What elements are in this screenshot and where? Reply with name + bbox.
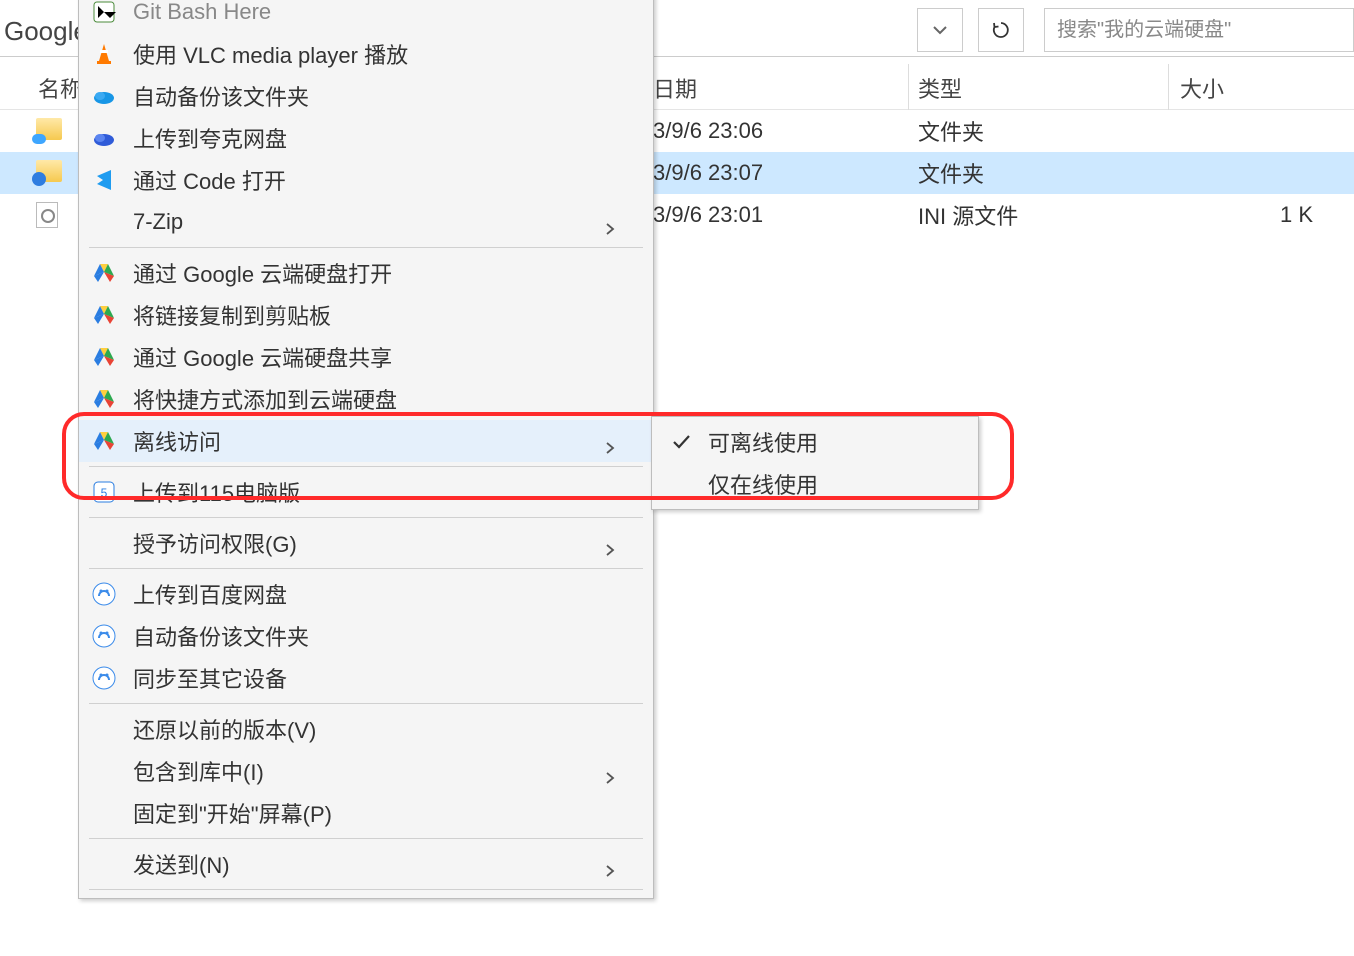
brand-label: Google bbox=[4, 16, 88, 47]
column-divider bbox=[908, 64, 909, 110]
submenu-item-label: 可离线使用 bbox=[708, 426, 818, 458]
row-date: 3/9/6 23:06 bbox=[653, 118, 763, 144]
context-menu-item[interactable]: 通过 Code 打开 bbox=[79, 159, 653, 201]
gdrive-icon bbox=[89, 384, 119, 414]
baidu-icon bbox=[89, 621, 119, 651]
context-menu-item[interactable]: 包含到库中(I) bbox=[79, 750, 653, 792]
context-menu-separator bbox=[89, 247, 643, 248]
context-menu-item[interactable]: 将链接复制到剪贴板 bbox=[79, 294, 653, 336]
blank-icon bbox=[89, 528, 119, 558]
context-menu-item-label: 授予访问权限(G) bbox=[133, 527, 297, 559]
context-menu-item-label: 上传到115电脑版 bbox=[133, 476, 300, 508]
context-menu-separator bbox=[89, 517, 643, 518]
vlc-icon bbox=[89, 39, 119, 69]
blank-icon bbox=[89, 207, 119, 237]
context-menu-item-label: 自动备份该文件夹 bbox=[133, 80, 309, 112]
context-menu-item[interactable]: 还原以前的版本(V) bbox=[79, 708, 653, 750]
gdrive-icon bbox=[89, 342, 119, 372]
column-name[interactable]: 名称 bbox=[38, 72, 82, 104]
ini-file-icon bbox=[36, 202, 62, 228]
blank-icon bbox=[89, 756, 119, 786]
context-menu-item-label: 通过 Google 云端硬盘打开 bbox=[133, 257, 392, 289]
context-menu-item-label: 同步至其它设备 bbox=[133, 662, 287, 694]
row-size: 1 K bbox=[1280, 202, 1313, 228]
row-type: 文件夹 bbox=[918, 115, 984, 147]
address-dropdown-button[interactable] bbox=[917, 8, 963, 52]
column-date[interactable]: 日期 bbox=[653, 72, 697, 104]
baidu-icon bbox=[89, 579, 119, 609]
chevron-down-icon bbox=[932, 22, 948, 38]
quark-icon bbox=[89, 123, 119, 153]
context-menu-item-label: 上传到百度网盘 bbox=[133, 578, 287, 610]
context-menu-item[interactable]: 固定到"开始"屏幕(P) bbox=[79, 792, 653, 834]
offline-access-submenu: 可离线使用 仅在线使用 bbox=[651, 416, 979, 510]
column-divider bbox=[1168, 64, 1169, 110]
context-menu-item[interactable]: 授予访问权限(G) bbox=[79, 522, 653, 564]
row-type: INI 源文件 bbox=[918, 199, 1018, 231]
context-menu-item[interactable]: 使用 VLC media player 播放 bbox=[79, 33, 653, 75]
context-menu-item[interactable]: 自动备份该文件夹 bbox=[79, 615, 653, 657]
folder-cloud-icon bbox=[36, 118, 62, 144]
context-menu: Git Bash Here 使用 VLC media player 播放自动备份该… bbox=[78, 0, 654, 899]
git-bash-icon bbox=[89, 0, 119, 27]
context-menu-item[interactable]: 同步至其它设备 bbox=[79, 657, 653, 699]
context-menu-item-label: 将链接复制到剪贴板 bbox=[133, 299, 331, 331]
blank-icon bbox=[89, 849, 119, 879]
context-menu-separator bbox=[89, 466, 643, 467]
context-menu-item-label: 固定到"开始"屏幕(P) bbox=[133, 797, 332, 829]
column-size[interactable]: 大小 bbox=[1180, 72, 1224, 104]
blank-icon bbox=[89, 798, 119, 828]
onedrive-icon bbox=[89, 81, 119, 111]
submenu-item-offline-available[interactable]: 可离线使用 bbox=[652, 421, 978, 463]
submenu-item-online-only[interactable]: 仅在线使用 bbox=[652, 463, 978, 505]
context-menu-separator bbox=[89, 889, 643, 890]
column-type[interactable]: 类型 bbox=[918, 72, 962, 104]
context-menu-item-label: 自动备份该文件夹 bbox=[133, 620, 309, 652]
search-box[interactable] bbox=[1044, 8, 1354, 52]
gdrive-icon bbox=[89, 426, 119, 456]
folder-sync-icon bbox=[36, 160, 62, 186]
context-menu-item-label: Git Bash Here bbox=[133, 0, 271, 25]
check-icon bbox=[666, 427, 696, 457]
context-menu-item-label: 将快捷方式添加到云端硬盘 bbox=[133, 383, 397, 415]
context-menu-separator bbox=[89, 568, 643, 569]
refresh-icon bbox=[991, 20, 1011, 40]
context-menu-item[interactable]: 通过 Google 云端硬盘共享 bbox=[79, 336, 653, 378]
context-menu-separator bbox=[89, 838, 643, 839]
context-menu-item[interactable]: 通过 Google 云端硬盘打开 bbox=[79, 252, 653, 294]
check-placeholder bbox=[666, 469, 696, 499]
refresh-button[interactable] bbox=[978, 8, 1024, 52]
context-menu-item-label: 还原以前的版本(V) bbox=[133, 713, 316, 745]
context-menu-separator bbox=[89, 703, 643, 704]
context-menu-item[interactable]: 将快捷方式添加到云端硬盘 bbox=[79, 378, 653, 420]
context-menu-item-label: 离线访问 bbox=[133, 425, 221, 457]
row-date: 3/9/6 23:07 bbox=[653, 160, 763, 186]
blank-icon bbox=[89, 714, 119, 744]
context-menu-item[interactable]: 自动备份该文件夹 bbox=[79, 75, 653, 117]
gdrive-icon bbox=[89, 300, 119, 330]
context-menu-item-label: 发送到(N) bbox=[133, 848, 230, 880]
context-menu-item[interactable]: 5 上传到115电脑版 bbox=[79, 471, 653, 513]
context-menu-item[interactable]: Git Bash Here bbox=[79, 0, 653, 33]
context-menu-item-label: 通过 Google 云端硬盘共享 bbox=[133, 341, 392, 373]
context-menu-item[interactable]: 发送到(N) bbox=[79, 843, 653, 885]
baidu-icon bbox=[89, 663, 119, 693]
115-icon: 5 bbox=[89, 477, 119, 507]
context-menu-item[interactable]: 上传到百度网盘 bbox=[79, 573, 653, 615]
context-menu-item[interactable]: 离线访问 bbox=[79, 420, 653, 462]
vscode-icon bbox=[89, 165, 119, 195]
context-menu-item-label: 包含到库中(I) bbox=[133, 755, 264, 787]
context-menu-item-label: 7-Zip bbox=[133, 209, 183, 235]
context-menu-item-label: 通过 Code 打开 bbox=[133, 164, 286, 196]
submenu-item-label: 仅在线使用 bbox=[708, 468, 818, 500]
search-input[interactable] bbox=[1045, 9, 1353, 51]
context-menu-item-label: 使用 VLC media player 播放 bbox=[133, 38, 408, 70]
context-menu-item-label: 上传到夸克网盘 bbox=[133, 122, 287, 154]
context-menu-item[interactable]: 上传到夸克网盘 bbox=[79, 117, 653, 159]
row-date: 3/9/6 23:01 bbox=[653, 202, 763, 228]
gdrive-icon bbox=[89, 258, 119, 288]
row-type: 文件夹 bbox=[918, 157, 984, 189]
svg-text:5: 5 bbox=[101, 486, 108, 500]
context-menu-item[interactable]: 7-Zip bbox=[79, 201, 653, 243]
